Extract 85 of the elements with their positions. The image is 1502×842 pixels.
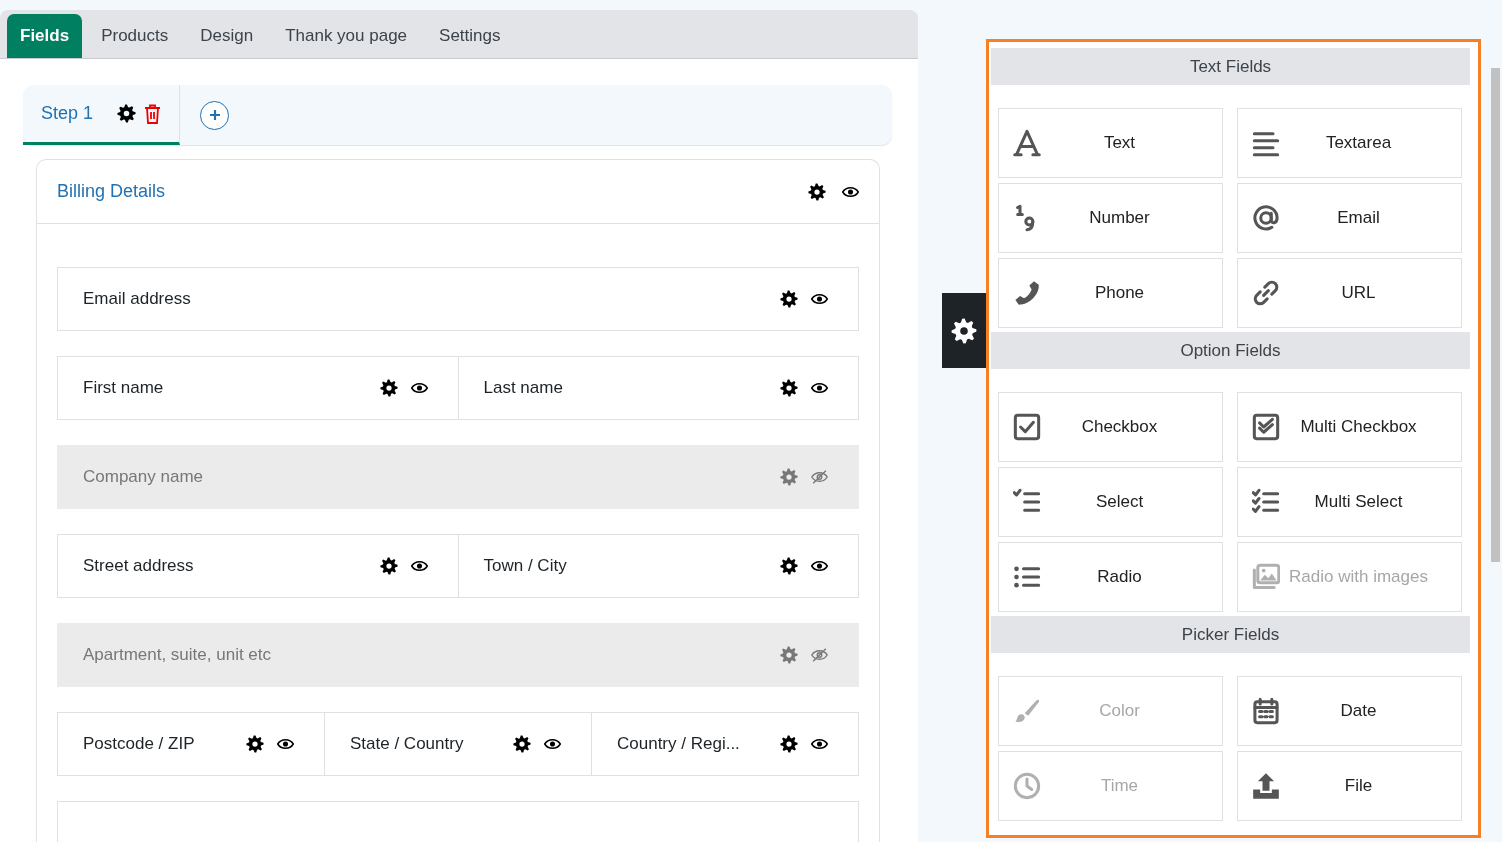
field-type-button[interactable]: URL [1237,258,1462,328]
eye-icon[interactable] [811,382,828,394]
scrollbar[interactable] [1491,68,1500,562]
step-label[interactable]: Step 1 [41,103,94,125]
text-field-icon [1013,129,1041,157]
field-type-button[interactable]: Multi Select [1237,467,1462,537]
form-field-row[interactable]: Postcode / ZIP [57,712,325,776]
field-label: Country / Regi... [617,734,741,754]
field-type-button[interactable]: File [1237,751,1462,821]
field-type-button[interactable]: Number [998,183,1223,253]
gear-icon[interactable] [117,104,137,124]
field-label: Street address [83,556,195,576]
multiselect-field-icon [1252,488,1280,516]
form-field-row[interactable]: Country / Regi... [591,712,859,776]
field-label: Last name [483,378,564,398]
field-type-button[interactable]: Text [998,108,1223,178]
gear-icon[interactable] [379,557,398,575]
form-field-row[interactable]: Company name [57,445,859,509]
checkbox-field-icon [1013,413,1041,441]
url-field-icon [1252,279,1280,307]
field-type-button[interactable]: Phone [998,258,1223,328]
field-type-button[interactable]: Email [1237,183,1462,253]
file-field-icon [1252,772,1280,800]
gear-icon[interactable] [780,735,798,753]
form-field-row[interactable]: Street address [57,534,459,598]
section-header: Text Fields [991,48,1470,85]
form-field-row[interactable]: Last name [457,356,859,420]
add-step-button[interactable] [200,100,230,130]
field-label: First name [83,378,165,398]
gear-icon[interactable] [780,290,798,308]
eye-slash-icon[interactable] [811,648,828,662]
eye-icon[interactable] [410,560,428,572]
gear-icon[interactable] [808,182,826,201]
form-field-row[interactable] [57,801,859,842]
tab[interactable]: Settings [426,14,514,59]
field-type-button[interactable]: Checkbox [998,392,1223,462]
tab[interactable]: Products [88,14,182,59]
form-field-row[interactable]: Email address [57,267,859,331]
settings-button[interactable] [942,293,986,368]
field-type-button[interactable]: Select [998,467,1223,537]
form-field-row[interactable]: Town / City [457,534,859,598]
eye-icon[interactable] [410,382,428,394]
eye-slash-icon[interactable] [811,470,828,484]
multicheckbox-field-icon [1252,413,1280,441]
tab[interactable]: Design [187,14,267,59]
section-header: Option Fields [991,332,1470,369]
field-label: State / Country [350,734,465,754]
color-field-icon [1013,697,1041,725]
radioimages-field-icon [1252,563,1280,591]
step-tab[interactable]: Step 1 [23,85,181,145]
field-type-button[interactable]: Textarea [1237,108,1462,178]
form-field-row[interactable]: Apartment, suite, unit etc [57,623,859,687]
eye-icon[interactable] [277,738,294,750]
section-header: Picker Fields [991,616,1470,653]
form-field-row[interactable]: First name [57,356,459,420]
email-field-icon [1252,204,1280,232]
eye-icon[interactable] [842,185,859,198]
field-type-button[interactable]: Date [1237,676,1462,746]
field-label: Email address [83,289,192,309]
form-field-row[interactable]: State / Country [324,712,592,776]
gear-icon[interactable] [379,379,398,397]
eye-icon[interactable] [811,293,828,305]
eye-icon[interactable] [544,738,561,750]
trash-icon[interactable] [144,103,162,124]
gear-icon[interactable] [780,557,798,575]
settings-icon [951,317,977,344]
eye-icon[interactable] [811,738,828,750]
eye-icon[interactable] [811,560,828,572]
field-label: Apartment, suite, unit etc [83,645,273,665]
plus-icon [208,109,221,122]
gear-icon[interactable] [780,379,798,397]
field-type-button[interactable]: Multi Checkbox [1237,392,1462,462]
section-title: Billing Details [57,181,167,202]
field-label: Town / City [483,556,568,576]
field-label: Company name [83,467,204,487]
tab[interactable]: Thank you page [272,14,421,59]
gear-icon[interactable] [246,735,264,753]
field-type-button[interactable]: Radio [998,542,1223,612]
date-field-icon [1252,697,1280,725]
tab[interactable]: Fields [7,14,83,59]
time-field-icon [1013,772,1041,800]
gear-icon[interactable] [513,735,531,753]
field-label: Postcode / ZIP [83,734,196,754]
phone-field-icon [1013,279,1041,307]
textarea-field-icon [1252,129,1280,157]
